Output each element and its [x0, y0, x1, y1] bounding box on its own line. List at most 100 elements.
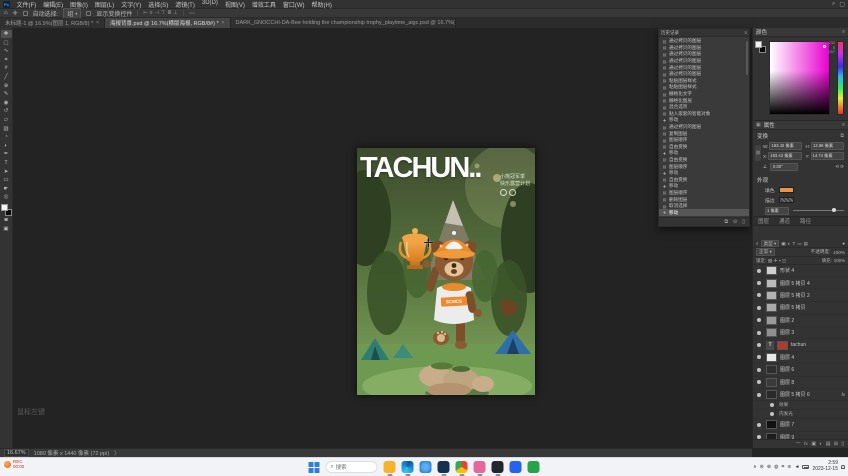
poster-document[interactable]: TACHUN.. 小熊冠军季 快乐露营计划 SCMCS	[357, 148, 535, 395]
properties-panel-tab[interactable]: 属性	[764, 121, 775, 129]
width-field[interactable]: 193.42 像素	[769, 142, 801, 150]
history-state-row[interactable]: ✚ 移动	[659, 150, 749, 157]
layer-row[interactable]: T 图层 8 fx	[753, 377, 848, 389]
history-footer-button[interactable]: ⊙	[733, 219, 737, 225]
layer-row[interactable]: T 效果 fx	[753, 401, 848, 410]
taskbar-app-icon[interactable]	[456, 461, 468, 473]
layer-visibility-toggle[interactable]	[756, 302, 763, 313]
history-state-row[interactable]: ✚ 移动	[659, 183, 749, 190]
history-state-row[interactable]: ▤ 图层顺序	[659, 163, 749, 170]
document-tab[interactable]: DARK_GNOCCHI-DA-Bee holding the champion…	[231, 18, 456, 28]
history-state-row[interactable]: ▤ 删除图层	[659, 196, 749, 203]
history-state-row[interactable]: ▤ 粘贴图层样式	[659, 84, 749, 91]
x-field[interactable]: 193.43 像素	[768, 152, 801, 160]
constrain-proportions-icon[interactable]: ⛓	[755, 145, 761, 161]
layer-row[interactable]: T 图层 6 fx	[753, 364, 848, 376]
tray-icon[interactable]: ◍	[774, 464, 778, 470]
history-state-row[interactable]: ✚ 移动	[659, 170, 749, 177]
layer-row[interactable]: T 内发光 fx	[753, 410, 848, 419]
screen-recorder-widget[interactable]: REC 00:00	[4, 460, 24, 470]
lock-icon[interactable]: ▨	[768, 258, 772, 264]
history-state-row[interactable]: ✚ 移动	[659, 209, 749, 216]
tool-button[interactable]: ╱	[1, 73, 12, 81]
layer-row[interactable]: T 图层 2 fx	[753, 315, 848, 327]
panel-menu-icon[interactable]: ≡	[842, 29, 845, 35]
history-state-row[interactable]: ▤ 通过拷贝的图层	[659, 124, 749, 131]
filter-toggle-icon[interactable]: ●	[842, 241, 845, 246]
layer-row[interactable]: T 图层 5 拷贝 fx	[753, 302, 848, 314]
taskbar-clock[interactable]: 2:59 2023-12-15	[812, 461, 838, 473]
history-scrollbar[interactable]	[746, 41, 748, 75]
tray-icon[interactable]: ≋	[787, 464, 791, 470]
layer-row[interactable]: T 图层 9 fx	[753, 432, 848, 439]
blend-mode-dropdown[interactable]: 正常 ▾	[756, 248, 775, 256]
layer-visibility-toggle[interactable]	[756, 265, 763, 276]
menu-item[interactable]: 窗口(W)	[279, 0, 308, 9]
taskbar-app-icon[interactable]	[474, 461, 486, 473]
hue-slider[interactable]	[837, 41, 844, 115]
auto-select-checkbox[interactable]	[23, 11, 28, 16]
layers-footer-button[interactable]: fx	[804, 442, 808, 447]
layer-visibility-toggle[interactable]	[769, 410, 776, 418]
layer-row[interactable]: T 图层 5 拷贝 4 fx	[753, 277, 848, 289]
history-state-row[interactable]: ▤ 混合选项	[659, 104, 749, 111]
tool-button[interactable]: ▱	[1, 116, 12, 124]
history-state-row[interactable]: ▤ 栅格化图层	[659, 97, 749, 104]
menu-item[interactable]: 文字(Y)	[118, 0, 145, 9]
saturation-brightness-box[interactable]	[769, 41, 830, 115]
layer-visibility-toggle[interactable]	[756, 327, 763, 338]
menu-item[interactable]: 帮助(H)	[308, 0, 335, 9]
layer-visibility-toggle[interactable]	[756, 339, 763, 350]
layer-visibility-toggle[interactable]	[756, 419, 763, 430]
layer-search-icon[interactable]: ⌕	[756, 241, 759, 246]
layer-visibility-toggle[interactable]	[756, 277, 763, 288]
tool-button[interactable]: ✒	[1, 150, 12, 158]
history-state-row[interactable]: ▤ 自由变换	[659, 157, 749, 164]
stroke-width-field[interactable]: 1 像素	[765, 207, 789, 215]
history-state-row[interactable]: ▤ 通过拷贝的图层	[659, 71, 749, 78]
align-icon[interactable]: ⊤	[161, 10, 165, 16]
tray-icon[interactable]: ∧	[753, 464, 757, 470]
menu-item[interactable]: 文件(F)	[13, 0, 40, 9]
panel-color-swatches[interactable]	[755, 41, 766, 53]
layers-footer-button[interactable]: ⊞	[834, 442, 838, 447]
menu-item[interactable]: 增效工具	[248, 0, 279, 9]
stroke-width-slider[interactable]	[793, 210, 844, 211]
angle-field[interactable]: 0.00°	[770, 163, 798, 171]
history-state-row[interactable]: ▤ 通过拷贝的图层	[659, 38, 749, 45]
history-footer-button[interactable]: ⧉	[724, 219, 728, 225]
tool-button[interactable]: ▧	[1, 125, 12, 133]
menu-item[interactable]: 滤镜(T)	[172, 0, 199, 9]
taskbar-app-icon[interactable]	[510, 461, 522, 473]
stroke-color-swatch[interactable]	[779, 197, 794, 203]
align-icon[interactable]: ≣	[167, 10, 171, 16]
lock-icon[interactable]: ◫	[782, 258, 786, 264]
document-tab[interactable]: 未标题-1 @ 16.9%(图层 1, RGB/8) * ×	[0, 18, 105, 28]
tool-button[interactable]: ✎	[1, 90, 12, 98]
color-panel-tab[interactable]: 颜色	[756, 28, 767, 36]
history-state-row[interactable]: ▤ 通过拷贝的图层	[659, 64, 749, 71]
menu-item[interactable]: 选择(S)	[145, 0, 172, 9]
history-state-row[interactable]: ▤ 通过拷贝的图层	[659, 51, 749, 58]
menubar-right-icon[interactable]: ▢	[839, 1, 845, 8]
align-icon[interactable]: ⊣	[155, 10, 159, 16]
history-state-row[interactable]: ✚ 移动	[659, 117, 749, 124]
history-panel-menu-icon[interactable]: ≡	[744, 30, 747, 35]
history-state-row[interactable]: ▤ 取消选择	[659, 203, 749, 210]
tool-button[interactable]: ✶	[1, 56, 12, 64]
layer-visibility-toggle[interactable]	[756, 315, 763, 326]
layers-footer-button[interactable]: ⌒	[796, 441, 801, 448]
history-state-row[interactable]: ▤ 栅格化文字	[659, 91, 749, 98]
battery-icon[interactable]	[802, 465, 809, 469]
tool-button[interactable]: ◎	[1, 193, 12, 201]
layers-footer-button[interactable]: ◐	[819, 442, 822, 447]
tool-button[interactable]: ✛	[1, 30, 12, 38]
opacity-value[interactable]: 100%	[833, 250, 845, 255]
tool-button[interactable]: #	[1, 64, 12, 72]
tool-button[interactable]: ∿	[1, 47, 12, 55]
layer-row[interactable]: T 图层 4 fx	[753, 352, 848, 364]
link-dimensions-icon[interactable]: ⧉	[840, 133, 844, 139]
zoom-level-field[interactable]: 16.67%	[4, 449, 29, 457]
layer-visibility-toggle[interactable]	[756, 432, 763, 439]
tool-button[interactable]: ➤	[1, 168, 12, 176]
